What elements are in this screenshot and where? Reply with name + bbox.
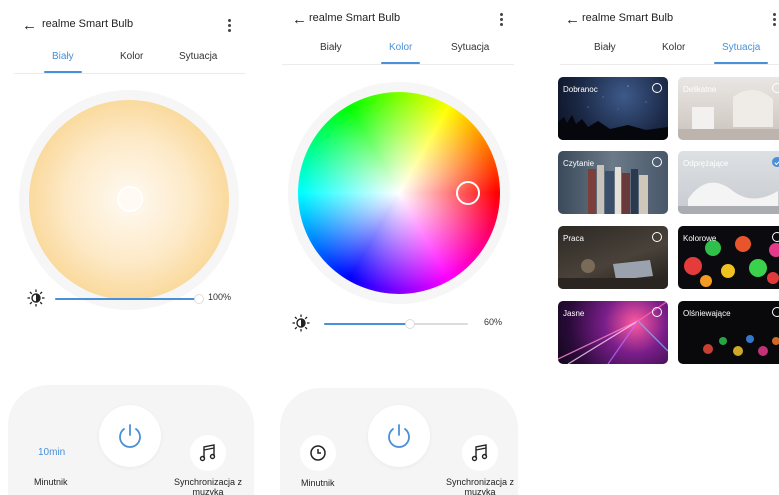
app-title: realme Smart Bulb — [309, 12, 401, 24]
tab-bialy[interactable]: Biały — [44, 51, 82, 73]
brightness-thumb[interactable] — [405, 319, 416, 329]
scene-label: Kolorowe — [683, 234, 717, 243]
music-sync-button[interactable] — [462, 435, 498, 471]
scene-label: Olśniewające — [683, 309, 731, 318]
timer-label: Minutnik — [301, 478, 335, 488]
scene-card-dobranoc[interactable]: Dobranoc — [558, 77, 668, 140]
brightness-fill — [55, 298, 199, 300]
brightness-icon — [292, 314, 310, 332]
brightness-thumb[interactable] — [194, 294, 204, 304]
tab-sytuacja[interactable]: Sytuacja — [179, 51, 217, 62]
white-wheel-knob[interactable] — [117, 186, 143, 212]
power-button[interactable] — [99, 405, 161, 467]
color-screen: ← realme Smart Bulb Biały Kolor Sytuacja… — [272, 0, 526, 495]
color-wheel-knob[interactable] — [456, 181, 480, 205]
more-vertical-icon[interactable] — [498, 11, 504, 28]
music-note-icon — [471, 444, 488, 462]
tab-sytuacja[interactable]: Sytuacja — [713, 42, 769, 64]
app-title: realme Smart Bulb — [42, 18, 134, 30]
scene-radio[interactable] — [652, 307, 662, 317]
tab-kolor[interactable]: Kolor — [662, 42, 685, 53]
scene-label: Delikatne — [683, 85, 717, 94]
scene-card-praca[interactable]: Praca — [558, 226, 668, 289]
scene-radio[interactable] — [652, 83, 662, 93]
tab-bialy[interactable]: Biały — [594, 42, 616, 53]
back-arrow-icon[interactable]: ← — [22, 15, 37, 37]
more-vertical-icon[interactable] — [771, 11, 777, 28]
white-screen: ← realme Smart Bulb Biały Kolor Sytuacja… — [0, 0, 262, 495]
scene-label: Jasne — [563, 309, 585, 318]
power-icon — [388, 424, 410, 448]
power-icon — [119, 424, 141, 448]
brightness-value: 100% — [208, 292, 232, 302]
scene-card-czytanie[interactable]: Czytanie — [558, 151, 668, 214]
tab-bialy[interactable]: Biały — [320, 42, 342, 53]
tab-bar: Biały Kolor Sytuacja — [282, 42, 514, 65]
more-vertical-icon[interactable] — [226, 17, 232, 34]
scene-label: Odprężające — [683, 159, 729, 168]
app-title: realme Smart Bulb — [582, 12, 674, 24]
tab-bar: Biały Kolor Sytuacja — [560, 42, 779, 65]
scene-radio[interactable] — [772, 83, 779, 93]
tab-kolor[interactable]: Kolor — [380, 42, 421, 64]
scene-label: Dobranoc — [563, 85, 598, 94]
back-arrow-icon[interactable]: ← — [565, 9, 580, 31]
scene-label: Czytanie — [563, 159, 595, 168]
scene-card-kolorowe[interactable]: Kolorowe — [678, 226, 779, 289]
scene-label: Praca — [563, 234, 584, 243]
scene-card-odprezajace[interactable]: Odprężające — [678, 151, 779, 214]
scene-card-jasne[interactable]: Jasne — [558, 301, 668, 364]
app-header: ← realme Smart Bulb — [0, 15, 262, 39]
tab-sytuacja[interactable]: Sytuacja — [451, 42, 489, 53]
app-header: ← realme Smart Bulb — [550, 9, 779, 33]
scene-card-delikatne[interactable]: Delikatne — [678, 77, 779, 140]
brightness-slider-row: 60% — [292, 314, 512, 334]
timer-button[interactable] — [300, 435, 336, 471]
timer-value: 10min — [38, 447, 66, 458]
back-arrow-icon[interactable]: ← — [292, 9, 307, 31]
scene-screen: ← realme Smart Bulb Biały Kolor Sytuacja… — [550, 0, 779, 495]
scene-radio[interactable] — [772, 307, 779, 317]
timer-button[interactable]: 10min — [34, 430, 70, 466]
scene-radio[interactable] — [652, 232, 662, 242]
scene-card-olsniewajace[interactable]: Olśniewające — [678, 301, 779, 364]
brightness-value: 60% — [484, 317, 503, 327]
clock-icon — [310, 445, 326, 461]
music-sync-label: Synchronizacja z muzyka — [445, 477, 515, 495]
brightness-slider-row: 100% — [27, 289, 242, 309]
brightness-fill — [324, 323, 411, 325]
scene-radio[interactable] — [772, 232, 779, 242]
brightness-track[interactable] — [55, 294, 204, 304]
app-header: ← realme Smart Bulb — [272, 9, 526, 33]
brightness-track[interactable] — [324, 319, 468, 329]
scene-radio[interactable] — [652, 157, 662, 167]
scene-radio-checked[interactable] — [772, 157, 779, 167]
power-button[interactable] — [368, 405, 430, 467]
music-sync-button[interactable] — [190, 435, 226, 471]
timer-label: Minutnik — [34, 477, 68, 487]
tab-kolor[interactable]: Kolor — [120, 51, 143, 62]
music-sync-label: Synchronizacja z muzyka — [173, 477, 243, 495]
tab-bar: Biały Kolor Sytuacja — [14, 51, 246, 74]
music-note-icon — [199, 444, 216, 462]
brightness-icon — [27, 289, 45, 307]
